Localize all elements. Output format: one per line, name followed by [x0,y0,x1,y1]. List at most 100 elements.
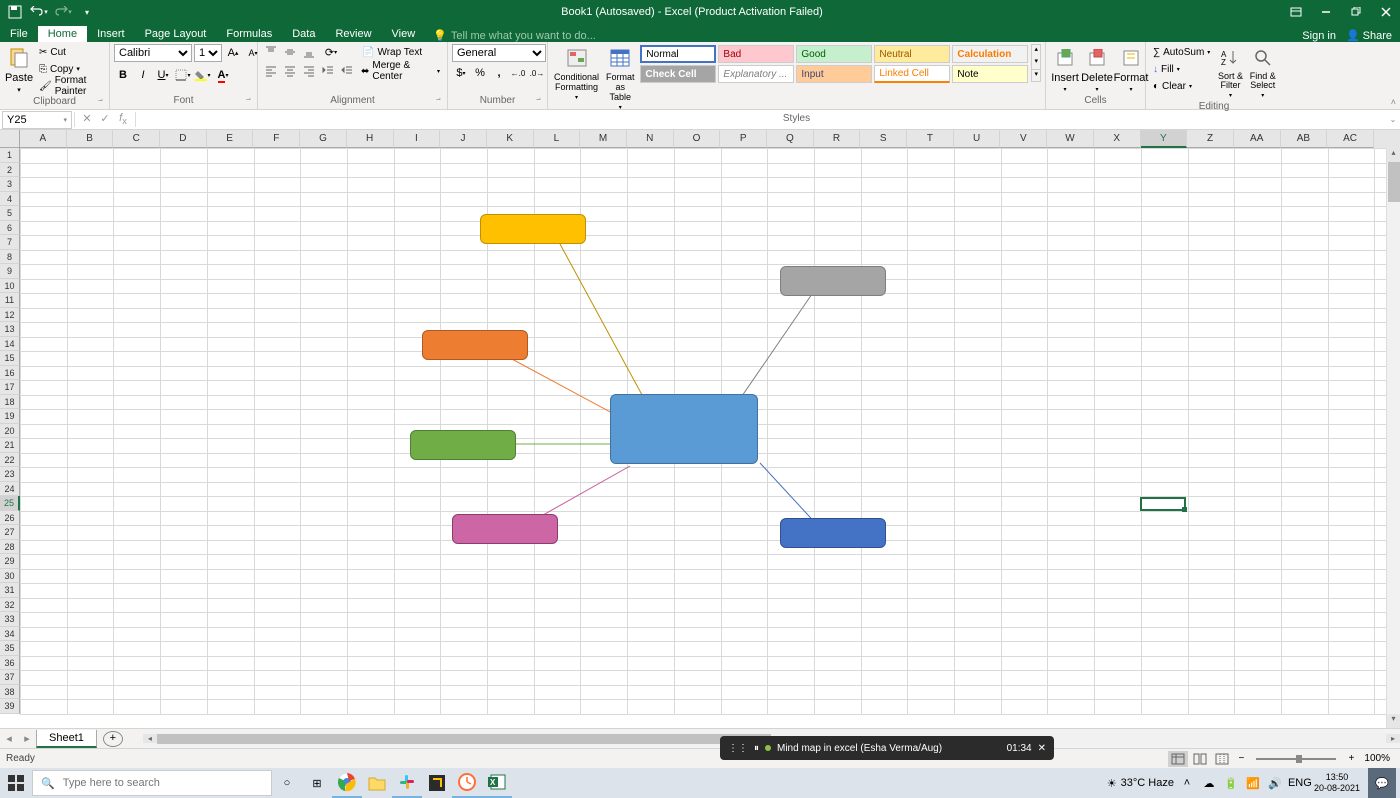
accounting-format-button[interactable]: $▾ [452,65,470,81]
decrease-decimal-button[interactable]: .0→ [528,65,546,81]
column-header-J[interactable]: J [440,130,487,148]
column-header-Z[interactable]: Z [1187,130,1234,148]
row-header-6[interactable]: 6 [0,221,20,236]
row-header-28[interactable]: 28 [0,540,20,555]
align-center-button[interactable] [281,63,299,79]
style-bad[interactable]: Bad [718,45,794,63]
find-select-button[interactable]: Find & Select▾ [1248,44,1278,101]
row-header-32[interactable]: 32 [0,598,20,613]
column-header-S[interactable]: S [860,130,907,148]
column-header-A[interactable]: A [20,130,67,148]
minimize-button[interactable] [1312,2,1340,22]
format-as-table-button[interactable]: Format as Table▾ [603,44,637,113]
column-header-D[interactable]: D [160,130,207,148]
signin-link[interactable]: Sign in [1302,30,1336,42]
column-header-N[interactable]: N [627,130,674,148]
row-header-31[interactable]: 31 [0,583,20,598]
font-name-select[interactable]: Calibri [114,44,192,62]
borders-button[interactable]: ▾ [174,67,192,83]
column-header-G[interactable]: G [300,130,347,148]
row-header-26[interactable]: 26 [0,511,20,526]
tab-page-layout[interactable]: Page Layout [135,26,217,42]
zoom-slider[interactable] [1256,758,1336,760]
row-header-3[interactable]: 3 [0,177,20,192]
taskbar-search[interactable]: 🔍 Type here to search [32,770,272,796]
page-break-view-button[interactable] [1212,751,1232,767]
app-dark[interactable] [422,768,452,798]
row-header-7[interactable]: 7 [0,235,20,250]
expand-formula-bar[interactable]: ⌄ [1386,115,1400,124]
drag-handle-icon[interactable]: ⋮⋮ [728,743,748,754]
row-header-20[interactable]: 20 [0,424,20,439]
row-header-21[interactable]: 21 [0,438,20,453]
tab-formulas[interactable]: Formulas [216,26,282,42]
tab-data[interactable]: Data [282,26,325,42]
row-header-19[interactable]: 19 [0,409,20,424]
orientation-button[interactable]: ⟳▾ [319,44,343,60]
style-calculation[interactable]: Calculation [952,45,1028,63]
row-header-27[interactable]: 27 [0,525,20,540]
row-header-18[interactable]: 18 [0,395,20,410]
scroll-left-button[interactable]: ◂ [143,734,157,743]
style-explanatory[interactable]: Explanatory ... [718,65,794,83]
row-header-23[interactable]: 23 [0,467,20,482]
sheet-tab-sheet1[interactable]: Sheet1 [36,730,97,748]
style-normal[interactable]: Normal [640,45,716,63]
tray-show-hidden[interactable]: ˄ [1178,777,1196,789]
scroll-right-button[interactable]: ▸ [1386,734,1400,743]
row-header-16[interactable]: 16 [0,366,20,381]
percent-button[interactable]: % [471,65,489,81]
bold-button[interactable]: B [114,67,132,83]
style-good[interactable]: Good [796,45,872,63]
chrome-app[interactable] [332,768,362,798]
column-header-F[interactable]: F [253,130,300,148]
column-header-R[interactable]: R [814,130,861,148]
taskbar-clock[interactable]: 13:50 20-08-2021 [1310,772,1364,794]
comma-button[interactable]: , [490,65,508,81]
row-header-22[interactable]: 22 [0,453,20,468]
maximize-button[interactable] [1342,2,1370,22]
column-header-Y[interactable]: Y [1141,130,1188,148]
action-center-button[interactable]: 💬 [1368,768,1396,798]
sheet-nav-prev[interactable]: ◂ [0,732,18,745]
align-right-button[interactable] [300,63,318,79]
clear-button[interactable]: ◐Clear▾ [1150,78,1213,94]
align-middle-button[interactable] [281,44,299,60]
autosum-button[interactable]: ∑AutoSum▾ [1150,44,1213,60]
align-top-button[interactable] [262,44,280,60]
pause-icon[interactable]: ⏸ [754,743,759,754]
start-button[interactable] [0,768,32,798]
shape-center[interactable] [610,394,758,464]
row-header-25[interactable]: 25 [0,496,20,511]
new-sheet-button[interactable]: + [103,731,123,747]
row-header-1[interactable]: 1 [0,148,20,163]
save-button[interactable] [4,2,26,22]
name-box[interactable]: Y25▾ [2,111,72,129]
column-header-T[interactable]: T [907,130,954,148]
task-view-button[interactable]: ⊞ [302,768,332,798]
fill-button[interactable]: ↓Fill▾ [1150,61,1213,77]
page-layout-view-button[interactable] [1190,751,1210,767]
zoom-out-button[interactable]: − [1234,753,1248,764]
excel-app[interactable]: X [482,768,512,798]
column-header-M[interactable]: M [580,130,627,148]
row-header-29[interactable]: 29 [0,554,20,569]
redo-button[interactable]: ▾ [52,2,74,22]
font-size-select[interactable]: 11 [194,44,222,62]
slack-app[interactable] [392,768,422,798]
column-header-H[interactable]: H [347,130,394,148]
italic-button[interactable]: I [134,67,152,83]
merge-center-button[interactable]: ⬌Merge & Center▾ [358,63,443,79]
column-header-B[interactable]: B [67,130,114,148]
sheet-nav-next[interactable]: ▸ [18,732,36,745]
close-button[interactable] [1372,2,1400,22]
column-header-K[interactable]: K [487,130,534,148]
tray-language[interactable]: ENG [1288,777,1306,789]
row-header-8[interactable]: 8 [0,250,20,265]
column-header-Q[interactable]: Q [767,130,814,148]
normal-view-button[interactable] [1168,751,1188,767]
align-bottom-button[interactable] [300,44,318,60]
row-header-30[interactable]: 30 [0,569,20,584]
wrap-text-button[interactable]: 📄Wrap Text [358,44,443,60]
shape-yellow[interactable] [480,214,586,244]
